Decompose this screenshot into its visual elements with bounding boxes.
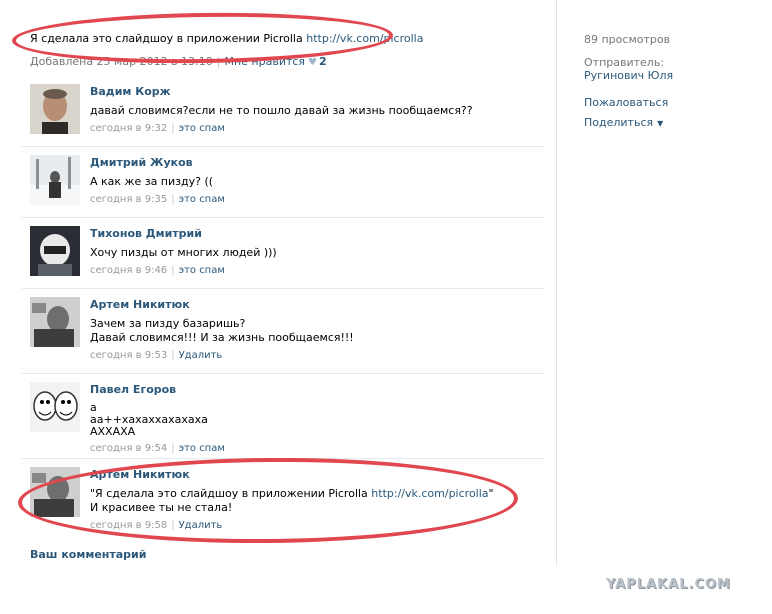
comment-time: сегодня в 9:54 [90,443,168,454]
comment: Вадим Корж давай словимся?если не то пош… [22,76,544,147]
comment-text: Хочу пизды от многих людей ))) [90,246,544,260]
comment-meta: сегодня в 9:53 | Удалить [90,350,544,361]
comment-text: А как же за пизду? (( [90,175,544,189]
comment: Артем Никитюк Зачем за пизду базаришь? Да… [22,289,544,374]
comment-body: Тихонов Дмитрий Хочу пизды от многих люд… [90,227,544,276]
your-comment-label[interactable]: Ваш комментарий [30,548,146,561]
comment-meta: сегодня в 9:54 | это спам [90,443,544,454]
comment-time: сегодня в 9:46 [90,265,168,276]
comment-line: аа++хахаххахахаха [90,413,208,426]
share-label: Поделиться [584,116,654,129]
watermark: YAPLAKAL.COM [606,577,731,592]
sender-label: Отправитель: [584,56,665,69]
avatar[interactable] [30,382,80,432]
heart-icon[interactable]: ♥ [308,57,317,68]
comment-meta: сегодня в 9:32 | это спам [90,123,544,134]
comment: Тихонов Дмитрий Хочу пизды от многих люд… [22,218,544,289]
share-button[interactable]: Поделиться ▼ [584,116,663,129]
comment-author[interactable]: Вадим Корж [90,85,544,98]
comment-text: давай словимся?если не то пошло давай за… [90,104,544,118]
like-count[interactable]: 2 [319,55,327,68]
avatar[interactable] [30,84,80,134]
comment-time: сегодня в 9:32 [90,123,168,134]
avatar[interactable] [30,297,80,347]
comment-author[interactable]: Дмитрий Жуков [90,156,544,169]
spam-link[interactable]: это спам [179,194,225,205]
comment-body: Вадим Корж давай словимся?если не то пош… [90,85,544,134]
comment-meta: сегодня в 9:46 | это спам [90,265,544,276]
comment-line: Давай словимся!!! И за жизнь пообщаемся!… [90,331,354,344]
comment-body: Павел Егоров а аа++хахаххахахаха АХХАХА се… [90,383,544,454]
delete-link[interactable]: Удалить [179,350,223,361]
separator: | [171,194,175,205]
separator: | [171,123,175,134]
separator: | [171,265,175,276]
triangle-down-icon: ▼ [657,119,664,128]
spam-link[interactable]: это спам [179,265,225,276]
comment-time: сегодня в 9:53 [90,350,168,361]
comment-line: А как же за пизду? (( [90,175,214,188]
comment-author[interactable]: Павел Егоров [90,383,544,396]
comment: Дмитрий Жуков А как же за пизду? (( сего… [22,147,544,218]
avatar[interactable] [30,155,80,205]
comment-body: Артем Никитюк Зачем за пизду базаришь? Да… [90,298,544,361]
separator: | [171,443,175,454]
comment-text: а аа++хахаххахахаха АХХАХА [90,402,544,438]
comment-body: Дмитрий Жуков А как же за пизду? (( сего… [90,156,544,205]
comment-line: АХХАХА [90,425,136,438]
comment-line: Хочу пизды от многих людей ))) [90,246,277,259]
comment-line: Зачем за пизду базаришь? [90,317,246,330]
separator: | [171,350,175,361]
sender-name[interactable]: Ругинович Юля [584,69,673,81]
comment-meta: сегодня в 9:35 | это спам [90,194,544,205]
spam-link[interactable]: это спам [179,123,225,134]
comment-line: давай словимся?если не то пошло давай за… [90,104,473,117]
comment-author[interactable]: Артем Никитюк [90,298,544,311]
comment: Павел Егоров а аа++хахаххахахаха АХХАХА се… [22,374,544,459]
comment-author[interactable]: Тихонов Дмитрий [90,227,544,240]
comment-time: сегодня в 9:35 [90,194,168,205]
spam-link[interactable]: это спам [179,443,225,454]
comment-text: Зачем за пизду базаришь? Давай словимся!!… [90,317,544,345]
report-link[interactable]: Пожаловаться [584,96,668,109]
avatar[interactable] [30,226,80,276]
views-count: 89 просмотров [584,33,671,46]
